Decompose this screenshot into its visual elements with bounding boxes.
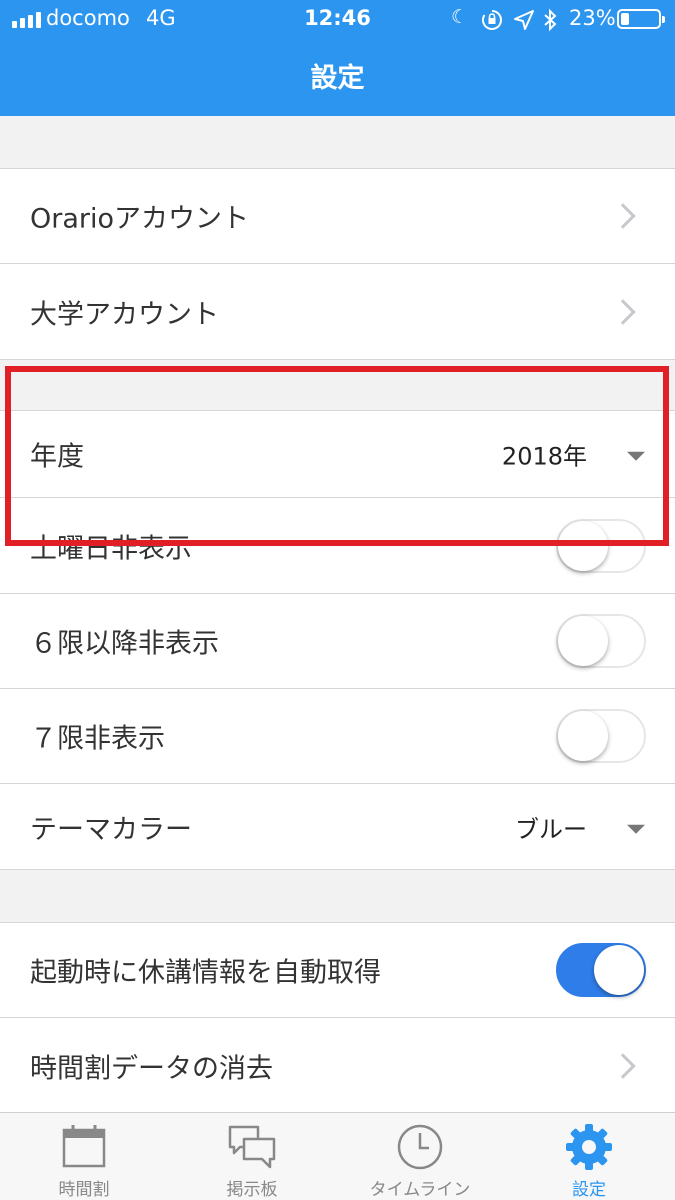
navigation-bar: docomo 4G 12:46 ☾ 23% 設定 <box>0 0 675 116</box>
status-bar: docomo 4G 12:46 ☾ 23% <box>0 0 675 40</box>
hide-period6-row: ６限以降非表示 <box>0 594 675 689</box>
auto-fetch-row: 起動時に休講情報を自動取得 <box>0 922 675 1018</box>
hide-period7-row: ７限非表示 <box>0 689 675 784</box>
clear-data-row[interactable]: 時間割データの消去 <box>0 1018 675 1114</box>
chat-bubbles-icon <box>228 1125 276 1169</box>
chevron-right-icon <box>610 298 636 325</box>
theme-color-row[interactable]: テーマカラー ブルー <box>0 784 675 870</box>
moon-icon: ☾ <box>451 6 469 28</box>
battery-percentage: 23% <box>569 6 616 30</box>
chevron-right-icon <box>610 203 636 229</box>
tab-timeline[interactable]: タイムライン <box>336 1113 504 1200</box>
theme-color-label: テーマカラー <box>30 814 192 845</box>
auto-fetch-label: 起動時に休講情報を自動取得 <box>30 957 381 989</box>
theme-color-value[interactable]: ブルー <box>515 809 587 844</box>
tab-board[interactable]: 掲示板 <box>168 1113 336 1200</box>
tab-label: 掲示板 <box>226 1180 278 1200</box>
dropdown-caret-icon <box>627 824 645 834</box>
chevron-right-icon <box>610 1052 636 1079</box>
gear-icon <box>566 1124 612 1170</box>
hide-period6-toggle[interactable] <box>556 614 646 668</box>
tab-label: 設定 <box>572 1180 606 1200</box>
battery-icon <box>617 9 665 29</box>
rotation-lock-icon <box>482 10 502 30</box>
tab-settings[interactable]: 設定 <box>505 1113 673 1200</box>
tab-bar: 時間割 掲示板 タイムライン 設定 <box>0 1112 675 1200</box>
auto-fetch-toggle[interactable] <box>556 943 646 997</box>
hide-period6-label: ６限以降非表示 <box>30 628 219 660</box>
orario-account-label: Orarioアカウント <box>30 203 250 235</box>
clear-data-label: 時間割データの消去 <box>30 1053 273 1084</box>
tab-timetable[interactable]: 時間割 <box>0 1113 168 1200</box>
calendar-icon <box>62 1125 106 1168</box>
hide-period7-label: ７限非表示 <box>30 723 165 755</box>
university-account-row[interactable]: 大学アカウント <box>0 264 675 360</box>
highlight-box <box>5 366 669 546</box>
clock-icon <box>397 1124 443 1170</box>
tab-label: タイムライン <box>369 1180 471 1200</box>
bluetooth-icon <box>544 8 557 32</box>
hide-period7-toggle[interactable] <box>556 709 646 763</box>
orario-account-row[interactable]: Orarioアカウント <box>0 168 675 264</box>
page-title: 設定 <box>310 63 365 94</box>
location-icon <box>514 10 534 30</box>
tab-label: 時間割 <box>58 1180 110 1200</box>
university-account-label: 大学アカウント <box>30 299 219 330</box>
